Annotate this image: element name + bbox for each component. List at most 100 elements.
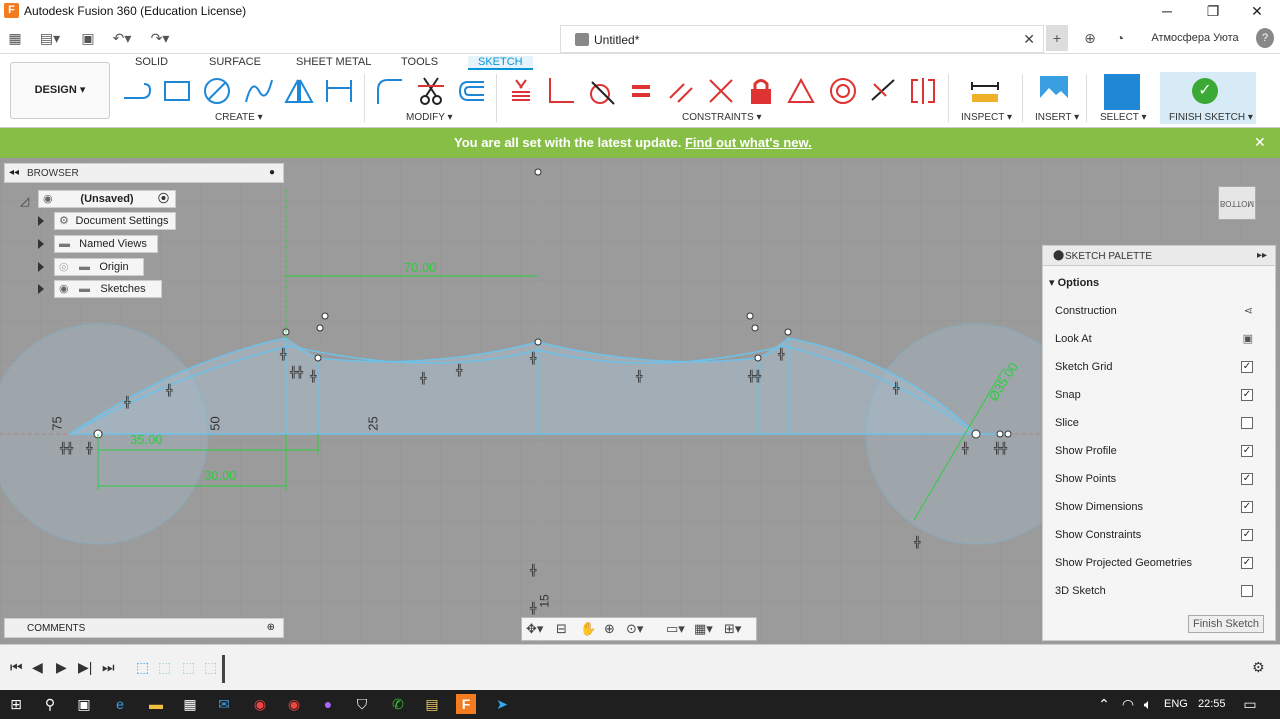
feature-icon[interactable]: ⬚ (158, 659, 171, 676)
whats-new-link[interactable]: Find out what's new. (685, 135, 812, 150)
close-tab-icon[interactable]: ✕ (1023, 31, 1035, 48)
palette-row-sketch-grid[interactable]: Sketch Grid ✓ (1053, 358, 1265, 378)
dimension-label[interactable]: 50 (208, 416, 223, 430)
palette-row-show-constraints[interactable]: Show Constraints ✓ (1053, 526, 1265, 546)
dimension-label[interactable]: 25 (366, 416, 381, 430)
timeline-marker[interactable] (222, 655, 225, 683)
job-status-icon[interactable]: ◔ (1110, 28, 1130, 48)
chrome-profile-icon[interactable]: ◉ (284, 694, 304, 714)
undo-icon[interactable]: ↶▾ (108, 28, 136, 48)
palette-row-construction[interactable]: Construction ⋖ (1053, 302, 1265, 322)
viewports-icon[interactable]: ⊞▾ (724, 621, 741, 637)
checkbox[interactable] (1241, 585, 1253, 597)
minimize-button[interactable]: ─ (1144, 0, 1190, 22)
parallel-constraint-icon[interactable] (666, 76, 696, 106)
app-icon[interactable]: ● (318, 694, 338, 714)
mail-icon[interactable]: ✉ (214, 694, 234, 714)
insert-menu[interactable]: INSERT ▾ (1035, 112, 1079, 123)
viewcube[interactable]: BOTTOM (1218, 186, 1256, 220)
finish-sketch-check-icon[interactable]: ✓ (1192, 78, 1218, 104)
checkbox[interactable]: ✓ (1241, 529, 1253, 541)
volume-icon[interactable]: 🔈︎ (1138, 694, 1158, 714)
expand-icon[interactable] (38, 284, 44, 294)
help-icon[interactable]: ? (1256, 28, 1274, 48)
options-section-toggle[interactable]: ▾ Options (1049, 276, 1099, 289)
concentric-constraint-icon[interactable] (828, 76, 858, 106)
eye-icon[interactable]: ◉ (43, 191, 53, 207)
shield-icon[interactable]: ⛉ (352, 694, 372, 714)
spline-tool-icon[interactable] (244, 76, 274, 106)
dimension-label[interactable]: 70.00 (404, 260, 437, 275)
tray-chevron-icon[interactable]: ⌃ (1094, 694, 1114, 714)
timeline-back-icon[interactable]: ◀ (32, 659, 43, 676)
trim-tool-icon[interactable] (416, 76, 446, 106)
zoom-icon[interactable]: ⊕ (604, 621, 615, 637)
hidden-eye-icon[interactable]: ◎ (59, 259, 69, 275)
redo-icon[interactable]: ↷▾ (146, 28, 174, 48)
close-window-button[interactable]: ✕ (1234, 0, 1280, 22)
notes-icon[interactable]: ▤ (422, 694, 442, 714)
rectangle-tool-icon[interactable] (162, 76, 192, 106)
palette-row-show-projected-geometries[interactable]: Show Projected Geometries ✓ (1053, 554, 1265, 574)
select-menu[interactable]: SELECT ▾ (1100, 112, 1147, 123)
insert-image-icon[interactable] (1040, 76, 1068, 104)
extensions-icon[interactable]: ⊕ (1080, 28, 1100, 48)
circle-tool-icon[interactable] (202, 76, 232, 106)
browser-item-origin[interactable]: ◎ ▬ Origin (54, 258, 144, 276)
pan-hand-icon[interactable]: ✋ (580, 621, 596, 637)
checkbox[interactable]: ✓ (1241, 501, 1253, 513)
palette-row-slice[interactable]: Slice (1053, 414, 1265, 434)
checkbox[interactable]: ✓ (1241, 557, 1253, 569)
sketch-feature-icon[interactable]: ⬚ (136, 659, 149, 676)
fusion-taskbar-icon[interactable]: F (456, 694, 476, 714)
construction-icon[interactable]: ⋖ (1244, 304, 1253, 317)
activate-icon[interactable]: ⦿ (158, 191, 169, 207)
browser-root-node[interactable]: ◉ (Unsaved) ⦿ (38, 190, 176, 208)
offset-tool-icon[interactable] (456, 76, 486, 106)
symmetry-constraint-icon[interactable] (908, 76, 938, 106)
palette-row-show-points[interactable]: Show Points ✓ (1053, 470, 1265, 490)
palette-row-3d-sketch[interactable]: 3D Sketch (1053, 582, 1265, 602)
line-tool-icon[interactable] (122, 76, 152, 106)
banner-close-icon[interactable]: ✕ (1254, 134, 1266, 151)
palette-collapse-icon[interactable]: ⬤ (1053, 250, 1064, 261)
palette-row-snap[interactable]: Snap ✓ (1053, 386, 1265, 406)
whatsapp-icon[interactable]: ✆ (388, 694, 408, 714)
tab-tools[interactable]: TOOLS (401, 56, 438, 68)
checkbox[interactable]: ✓ (1241, 361, 1253, 373)
browser-item-sketches[interactable]: ◉ ▬ Sketches (54, 280, 162, 298)
dimension-label[interactable]: 15 (538, 594, 552, 607)
mirror-tool-icon[interactable] (284, 76, 314, 106)
maximize-button[interactable]: ❐ (1190, 0, 1236, 22)
finish-sketch-button[interactable]: Finish Sketch (1188, 615, 1264, 633)
dimension-label[interactable]: 35.00 (130, 432, 163, 447)
finish-sketch-menu[interactable]: FINISH SKETCH ▾ (1169, 112, 1253, 123)
fillet-tool-icon[interactable] (374, 76, 404, 106)
file-explorer-icon[interactable]: ▬ (146, 694, 166, 714)
dimension-label[interactable]: 30.00 (204, 468, 237, 483)
app-grid-icon[interactable]: ▦ (6, 28, 24, 48)
palette-row-show-profile[interactable]: Show Profile ✓ (1053, 442, 1265, 462)
expand-icon[interactable] (38, 216, 44, 226)
measure-icon[interactable] (970, 76, 1000, 106)
telegram-icon[interactable]: ➤ (492, 694, 512, 714)
modify-menu[interactable]: MODIFY ▾ (406, 112, 453, 123)
tab-sketch[interactable]: SKETCH (468, 56, 533, 70)
search-icon[interactable]: ⚲ (40, 694, 60, 714)
root-expand-icon[interactable]: ◿ (20, 194, 29, 208)
clock[interactable]: 22:55 (1198, 698, 1226, 710)
checkbox[interactable]: ✓ (1241, 445, 1253, 457)
wifi-icon[interactable]: ◠ (1118, 694, 1138, 714)
timeline-start-icon[interactable]: ⏮ (10, 659, 23, 676)
equal-constraint-icon[interactable] (626, 76, 656, 106)
palette-row-look-at[interactable]: Look At ▣ (1053, 330, 1265, 350)
expand-icon[interactable] (38, 262, 44, 272)
timeline-play-icon[interactable]: ▶ (56, 659, 67, 676)
grid-settings-icon[interactable]: ▦▾ (694, 621, 713, 637)
browser-item-named-views[interactable]: ▬ Named Views (54, 235, 158, 253)
perpendicular-constraint-icon[interactable] (546, 76, 576, 106)
edge-browser-icon[interactable]: e (110, 694, 130, 714)
chrome-icon[interactable]: ◉ (250, 694, 270, 714)
tab-sheet-metal[interactable]: SHEET METAL (296, 56, 371, 68)
fit-zoom-icon[interactable]: ⊙▾ (626, 621, 643, 637)
